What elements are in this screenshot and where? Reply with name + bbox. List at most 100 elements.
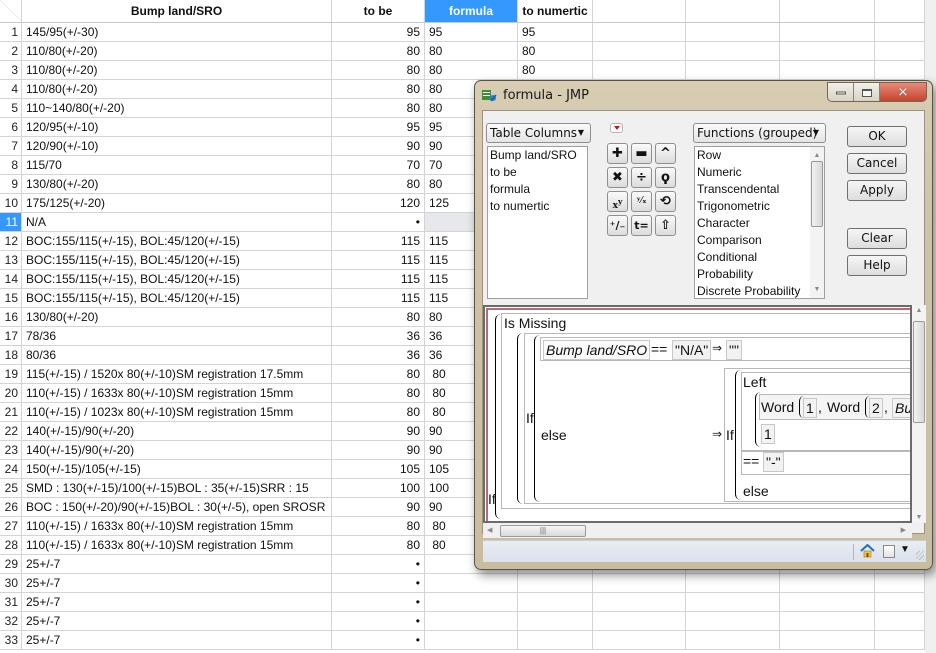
scroll-down-icon[interactable]: ▼: [912, 514, 926, 521]
formula-editor-horizontal-scrollbar[interactable]: ◀ ||| ▶: [483, 524, 912, 538]
cell-empty[interactable]: [780, 23, 875, 42]
row-number[interactable]: 15: [0, 289, 22, 308]
cell-formula[interactable]: [425, 612, 518, 631]
cell-bump-land-sro[interactable]: 120/95(+/-10): [22, 118, 332, 137]
row-number[interactable]: 3: [0, 61, 22, 80]
row-number[interactable]: 11: [0, 213, 22, 232]
column-header-empty[interactable]: [875, 0, 925, 23]
row-number[interactable]: 5: [0, 99, 22, 118]
apply-button[interactable]: Apply: [847, 180, 907, 201]
cell-empty[interactable]: [593, 23, 686, 42]
power-caret-button[interactable]: ^: [655, 143, 676, 164]
row-number[interactable]: 8: [0, 156, 22, 175]
cell-to-numertic[interactable]: 95: [518, 23, 593, 42]
cell-empty[interactable]: [875, 61, 925, 80]
cell-empty[interactable]: [686, 593, 780, 612]
cell-to-be[interactable]: 80: [332, 80, 425, 99]
cell-to-be[interactable]: •: [332, 631, 425, 650]
cell-empty[interactable]: [686, 42, 780, 61]
cell-bump-land-sro[interactable]: BOC:155/115(+/-15), BOL:45/120(+/-15): [22, 289, 332, 308]
add-operator-button[interactable]: ✚: [607, 143, 628, 164]
cell-bump-land-sro[interactable]: BOC:155/115(+/-15), BOL:45/120(+/-15): [22, 232, 332, 251]
cell-empty[interactable]: [686, 631, 780, 650]
na-string-literal[interactable]: "N/A": [672, 340, 712, 360]
column-header-to-numertic[interactable]: to numertic: [518, 0, 593, 23]
multiply-operator-button[interactable]: ✖: [607, 167, 628, 188]
cell-to-be[interactable]: 90: [332, 441, 425, 460]
cell-empty[interactable]: [780, 631, 875, 650]
table-columns-dropdown[interactable]: Table Columns ▼: [486, 123, 591, 143]
table-row[interactable]: 31 25+/-7 •: [0, 593, 936, 612]
cell-bump-land-sro[interactable]: 78/36: [22, 327, 332, 346]
table-row[interactable]: 33 25+/-7 •: [0, 631, 936, 650]
row-number[interactable]: 26: [0, 498, 22, 517]
cell-bump-land-sro[interactable]: 25+/-7: [22, 555, 332, 574]
red-triangle-menu-icon[interactable]: [610, 123, 623, 133]
cell-formula[interactable]: 80: [425, 42, 518, 61]
cell-to-be[interactable]: 95: [332, 23, 425, 42]
cell-bump-land-sro[interactable]: 140(+/-15)/90(+/-20): [22, 441, 332, 460]
cell-bump-land-sro[interactable]: BOC:155/115(+/-15), BOL:45/120(+/-15): [22, 270, 332, 289]
cell-to-numertic[interactable]: [518, 574, 593, 593]
functions-dropdown[interactable]: Functions (grouped) ▼: [693, 123, 826, 143]
row-number[interactable]: 19: [0, 365, 22, 384]
help-button[interactable]: Help: [847, 255, 907, 276]
row-number[interactable]: 18: [0, 346, 22, 365]
cell-bump-land-sro[interactable]: 115(+/-15) / 1520x 80(+/-10)SM registrat…: [22, 365, 332, 384]
row-number[interactable]: 12: [0, 232, 22, 251]
table-row[interactable]: 1 145/95(+/-30) 95 95 95: [0, 23, 936, 42]
cell-empty[interactable]: [875, 42, 925, 61]
cell-empty[interactable]: [593, 612, 686, 631]
row-number[interactable]: 16: [0, 308, 22, 327]
cell-bump-land-sro[interactable]: 25+/-7: [22, 574, 332, 593]
close-button[interactable]: ✕: [880, 83, 926, 101]
column-reference-bump-land[interactable]: Bump land/SRO: [543, 340, 651, 360]
empty-string-literal[interactable]: "": [726, 340, 742, 360]
row-number[interactable]: 4: [0, 80, 22, 99]
row-number[interactable]: 2: [0, 42, 22, 61]
cell-empty[interactable]: [593, 574, 686, 593]
cell-bump-land-sro[interactable]: 110~140/80(+/-20): [22, 99, 332, 118]
cell-bump-land-sro[interactable]: 110/80(+/-20): [22, 80, 332, 99]
cell-bump-land-sro[interactable]: BOC : 150(+/-20)/90(+/-15)BOL : 30(+/-5)…: [22, 498, 332, 517]
cell-formula[interactable]: [425, 631, 518, 650]
word-function[interactable]: Word: [761, 399, 794, 415]
list-item-function[interactable]: Row: [695, 147, 824, 164]
cell-bump-land-sro[interactable]: 115/70: [22, 156, 332, 175]
status-menu-chevron-icon[interactable]: ▼: [900, 544, 910, 555]
column-header-empty[interactable]: [593, 0, 686, 23]
column-header-to-be[interactable]: to be: [332, 0, 425, 23]
cell-to-be[interactable]: 70: [332, 156, 425, 175]
cell-to-be[interactable]: 115: [332, 270, 425, 289]
cell-to-be[interactable]: 95: [332, 118, 425, 137]
cell-to-be[interactable]: •: [332, 574, 425, 593]
cell-empty[interactable]: [780, 61, 875, 80]
cell-to-be[interactable]: 90: [332, 137, 425, 156]
equals-operator[interactable]: ==: [743, 453, 759, 469]
formula-editor[interactable]: If Is Missing If Bump land/SRO == "N/A" …: [483, 305, 912, 523]
cell-to-be[interactable]: 90: [332, 498, 425, 517]
cell-empty[interactable]: [593, 42, 686, 61]
maximize-button[interactable]: [854, 83, 880, 101]
resize-grip-icon[interactable]: [916, 551, 924, 560]
cell-empty[interactable]: [686, 23, 780, 42]
cell-bump-land-sro[interactable]: 150(+/-15)/105(+/-15): [22, 460, 332, 479]
cell-to-be[interactable]: 80: [332, 308, 425, 327]
cell-bump-land-sro[interactable]: 25+/-7: [22, 631, 332, 650]
row-number[interactable]: 9: [0, 175, 22, 194]
list-item-function[interactable]: Transcendental: [695, 181, 824, 198]
nested-word-function[interactable]: Word: [827, 399, 860, 415]
table-columns-list[interactable]: Bump land/SRO to be formula to numertic: [487, 146, 588, 299]
cell-to-be[interactable]: 80: [332, 384, 425, 403]
cell-bump-land-sro[interactable]: 110/80(+/-20): [22, 42, 332, 61]
row-number[interactable]: 22: [0, 422, 22, 441]
cell-bump-land-sro[interactable]: 80/36: [22, 346, 332, 365]
column-header-formula[interactable]: formula: [425, 0, 518, 23]
list-item-function[interactable]: Trigonometric: [695, 198, 824, 215]
table-corner[interactable]: [0, 0, 22, 23]
cell-formula[interactable]: [425, 574, 518, 593]
cell-to-numertic[interactable]: [518, 593, 593, 612]
inner-if-keyword[interactable]: If: [526, 410, 534, 426]
divide-operator-button[interactable]: ÷: [631, 167, 652, 188]
row-number[interactable]: 20: [0, 384, 22, 403]
